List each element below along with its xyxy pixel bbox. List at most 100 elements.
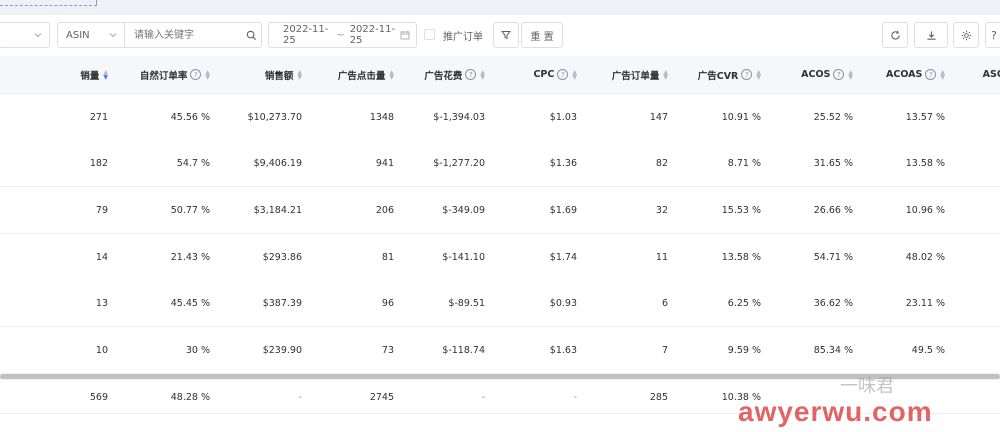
column-header-label: 广告点击量 (337, 70, 386, 82)
search-group: ASIN (57, 22, 262, 48)
table-row[interactable]: 13 45.45 % $387.39 96 $-89.51 $0.93 6 6.25 % 36.… (0, 280, 1000, 327)
refresh-button[interactable] (882, 22, 908, 48)
cell-revenue: $10,273.70 (247, 111, 302, 123)
cell-acoas: 10.96 % (905, 204, 945, 216)
help-icon[interactable]: ? (465, 69, 477, 80)
selection-marker (0, 0, 97, 6)
cell-ad-cvr: 9.59 % (727, 344, 761, 356)
column-header-label: CPC (533, 69, 555, 80)
cell-revenue: $9,406.19 (253, 157, 302, 169)
divider (124, 23, 125, 47)
column-header-label: ACOS (801, 69, 831, 80)
column-header-label: 广告花费 (424, 70, 463, 82)
cell-ad-clicks: 1348 (369, 111, 394, 123)
column-header-label: 销量 (80, 70, 100, 82)
column-header-label: 广告订单量 (611, 70, 660, 82)
table-row[interactable]: 79 50.77 % $3,184.21 206 $-349.09 $1.69 32 15.5… (0, 187, 1000, 234)
watermark-brand: 一味君 (840, 376, 894, 396)
help-icon[interactable]: ? (190, 69, 202, 80)
total-cell-ad-spend: - (481, 391, 485, 403)
help-button[interactable]: ? (985, 22, 1000, 48)
column-header-revenue[interactable]: 销售额 ▲ ▼ (202, 56, 302, 93)
sort-caret-icon[interactable]: ▲ ▼ (103, 69, 108, 80)
asin-select[interactable]: ASIN (58, 23, 124, 47)
cell-acos: 54.71 % (813, 251, 853, 263)
keyword-input[interactable] (132, 28, 242, 42)
date-range-picker[interactable]: 2022-11-25 ~ 2022-11-25 (268, 22, 417, 48)
left-select[interactable] (0, 22, 50, 48)
cell-ad-clicks: 206 (375, 204, 394, 216)
ad-order-label[interactable]: 推广订单 (443, 28, 483, 43)
column-header-natural-order-rate[interactable]: 自然订单率? ▲ ▼ (110, 56, 210, 93)
cell-ad-cvr: 8.71 % (727, 157, 761, 169)
column-header-asoa[interactable]: ASOA (912, 56, 1000, 93)
help-icon[interactable]: ? (557, 69, 569, 80)
cell-ad-clicks: 96 (381, 297, 394, 309)
table-row[interactable]: 14 21.43 % $293.86 81 $-141.10 $1.74 11 13.58 %… (0, 234, 1000, 281)
cell-revenue: $387.39 (262, 297, 302, 309)
asin-select-value: ASIN (66, 29, 90, 41)
cell-sales: 271 (89, 111, 108, 123)
settings-button[interactable] (953, 22, 979, 48)
download-button[interactable] (914, 22, 948, 48)
total-cell-sales: 569 (89, 391, 108, 403)
cell-ad-spend: $-349.09 (442, 204, 485, 216)
column-header-acos[interactable]: ACOS? ▲ ▼ (753, 56, 853, 93)
cell-natural-order-rate: 21.43 % (170, 251, 210, 263)
column-header-label: 销售额 (264, 70, 294, 82)
total-cell-cpc: - (573, 391, 577, 403)
cell-acos: 26.66 % (813, 204, 853, 216)
date-separator: ~ (336, 29, 345, 41)
cell-ad-clicks: 941 (375, 157, 394, 169)
cell-ad-spend: $-1,277.20 (433, 157, 485, 169)
watermark-url: awyerwu.com (738, 396, 933, 427)
column-header-label: 广告CVR (697, 70, 739, 82)
date-start: 2022-11-25 (283, 24, 329, 46)
table-row[interactable]: 10 30 % $239.90 73 $-118.74 $1.63 7 9.59 % 85.34… (0, 327, 1000, 374)
cell-acos: 36.62 % (813, 297, 853, 309)
cell-natural-order-rate: 50.77 % (170, 204, 210, 216)
column-header-ad-cvr[interactable]: 广告CVR? ▲ ▼ (661, 56, 761, 93)
column-header-sales[interactable]: 销量 ▲ ▼ (8, 56, 108, 93)
cell-revenue: $293.86 (262, 251, 302, 263)
column-header-ad-spend[interactable]: 广告花费? ▲ ▼ (385, 56, 485, 93)
column-header-ad-orders[interactable]: 广告订单量 ▲ ▼ (568, 56, 668, 93)
cell-sales: 14 (95, 251, 108, 263)
cell-natural-order-rate: 45.45 % (170, 297, 210, 309)
help-icon[interactable]: ? (741, 69, 753, 80)
help-icon: ? (991, 28, 997, 42)
reset-button[interactable]: 重 置 (521, 22, 563, 48)
cell-cpc: $1.63 (549, 344, 577, 356)
cell-ad-cvr: 15.53 % (721, 204, 761, 216)
cell-ad-spend: $-118.74 (442, 344, 485, 356)
search-icon[interactable] (246, 30, 257, 41)
toolbar: ASIN 2022-11-25 ~ 2022-11-25 推广订单 重 置 (0, 22, 1000, 52)
refresh-icon (890, 30, 901, 41)
column-header-cpc[interactable]: CPC? ▲ ▼ (477, 56, 577, 93)
cell-acoas: 23.11 % (905, 297, 945, 309)
cell-ad-spend: $-89.51 (448, 297, 485, 309)
cell-ad-orders: 147 (649, 111, 668, 123)
help-icon[interactable]: ? (833, 69, 845, 80)
gear-icon (961, 30, 972, 41)
column-header-ad-clicks[interactable]: 广告点击量 ▲ ▼ (294, 56, 394, 93)
table-row[interactable]: 182 54.7 % $9,406.19 941 $-1,277.20 $1.36 82 8.… (0, 140, 1000, 187)
cell-ad-cvr: 10.91 % (721, 111, 761, 123)
chevron-down-icon (108, 30, 118, 40)
cell-ad-cvr: 13.58 % (721, 251, 761, 263)
cell-ad-cvr: 6.25 % (727, 297, 761, 309)
table-row[interactable]: 271 45.56 % $10,273.70 1348 $-1,394.03 $1.03 1… (0, 94, 1000, 141)
cell-acos: 31.65 % (813, 157, 853, 169)
cell-natural-order-rate: 54.7 % (176, 157, 210, 169)
column-header-label: 自然订单率 (139, 70, 188, 82)
ad-order-checkbox[interactable] (424, 29, 435, 40)
cell-sales: 13 (95, 297, 108, 309)
top-strip (0, 0, 1000, 15)
filter-button[interactable] (493, 22, 519, 48)
cell-cpc: $1.03 (549, 111, 577, 123)
chevron-down-icon (33, 30, 43, 40)
total-cell-revenue: - (298, 391, 302, 403)
cell-ad-clicks: 73 (381, 344, 394, 356)
cell-acoas: 49.5 % (911, 344, 945, 356)
cell-cpc: $1.36 (549, 157, 577, 169)
